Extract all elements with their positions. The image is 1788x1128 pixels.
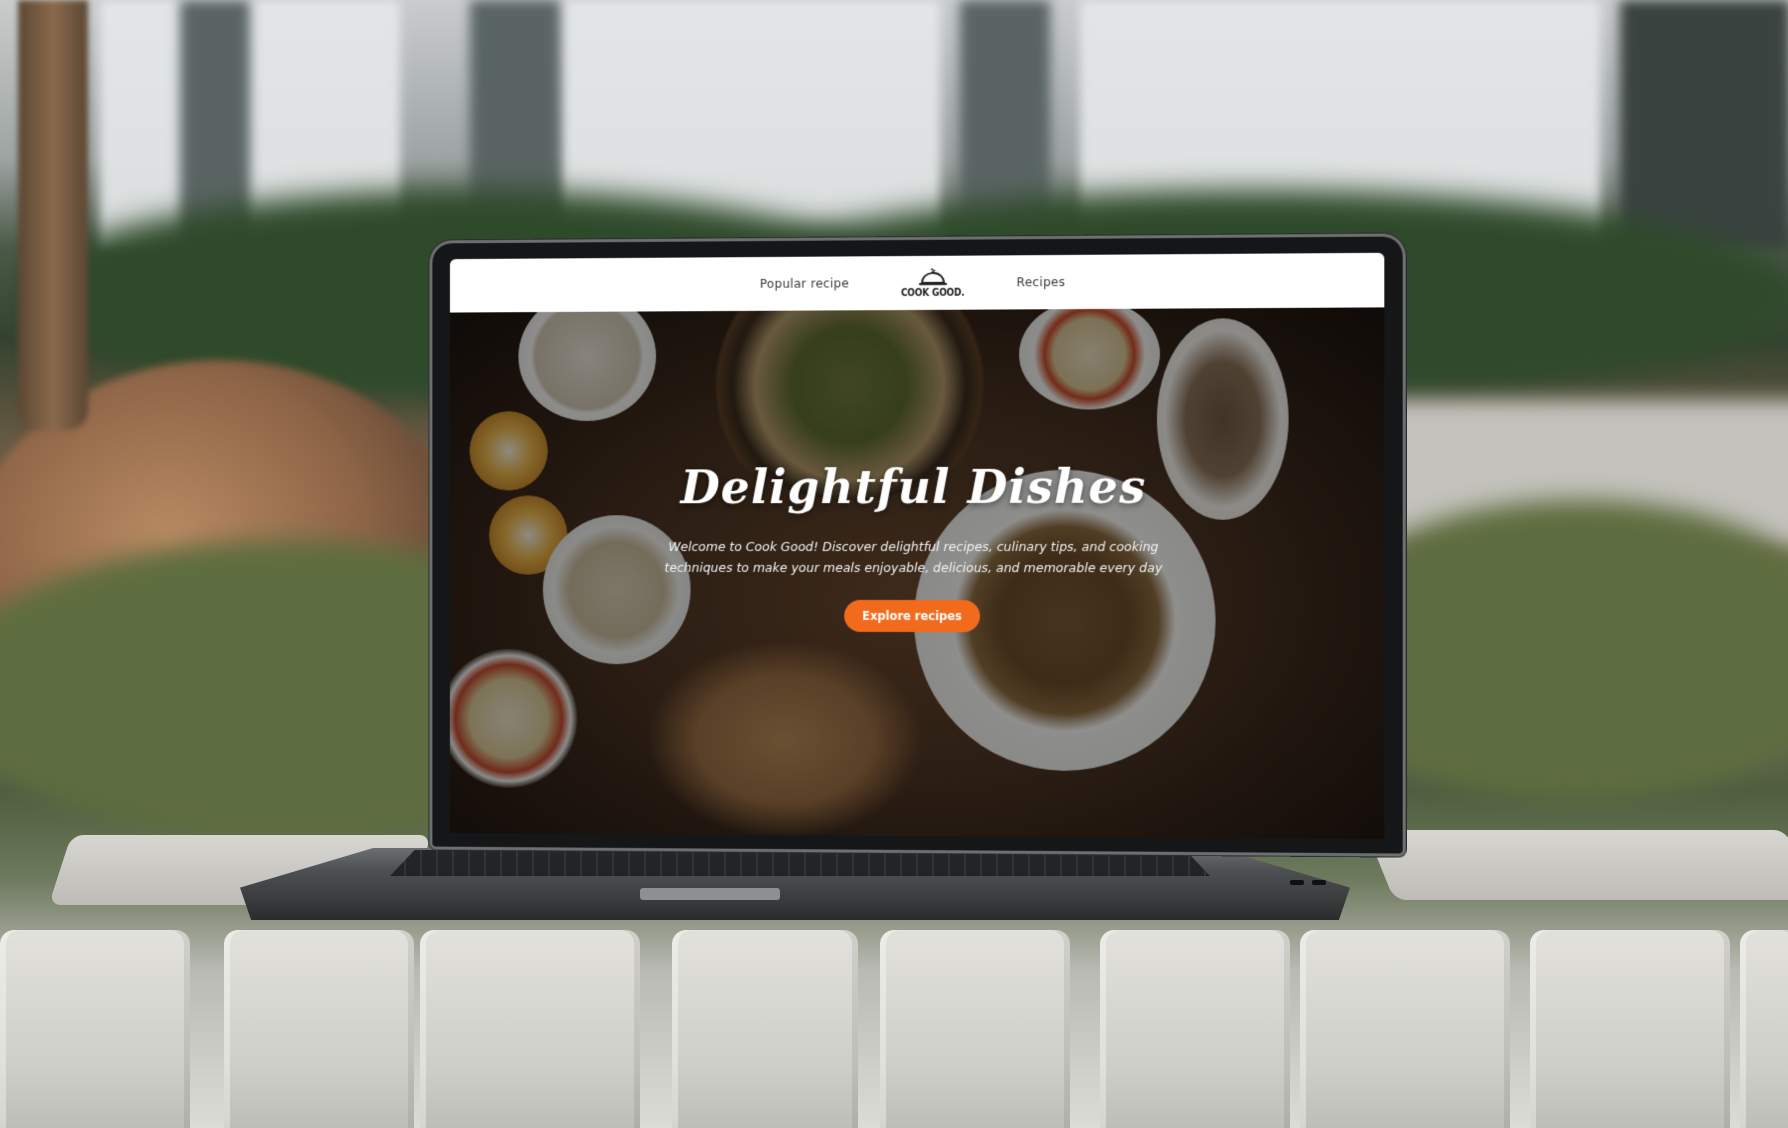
laptop-notch <box>640 888 780 900</box>
tree-trunk <box>18 0 88 430</box>
bench-slat <box>0 930 190 1128</box>
cloche-icon <box>918 267 946 285</box>
pillar-blur <box>1620 0 1788 250</box>
bench-slat <box>1100 930 1290 1128</box>
hero-title: Delightful Dishes <box>680 459 1147 515</box>
top-navbar: Popular recipe COOK GOOD. Recipes <box>449 252 1385 313</box>
usb-port <box>1290 880 1304 885</box>
site-logo[interactable]: COOK GOOD. <box>900 267 965 300</box>
bench-slat <box>880 930 1070 1128</box>
bench-slat <box>1365 830 1788 900</box>
usb-port <box>1312 880 1326 885</box>
laptop-screen: Popular recipe COOK GOOD. Recipes Deligh… <box>432 236 1403 854</box>
bench-slat <box>1740 930 1788 1128</box>
website-viewport: Popular recipe COOK GOOD. Recipes Deligh… <box>449 252 1385 840</box>
explore-recipes-button[interactable]: Explore recipes <box>844 599 980 633</box>
nav-link-popular-recipe[interactable]: Popular recipe <box>760 276 849 291</box>
hero-content: Delightful Dishes Welcome to Cook Good! … <box>450 459 1384 633</box>
hero-subtitle: Welcome to Cook Good! Discover delightfu… <box>664 538 1163 576</box>
bench-slat <box>1300 930 1510 1128</box>
nav-link-recipes[interactable]: Recipes <box>1017 275 1066 289</box>
hero-section: Delightful Dishes Welcome to Cook Good! … <box>449 307 1385 840</box>
bench-slat <box>1530 930 1730 1128</box>
laptop-keyboard <box>390 850 1210 876</box>
bench-slat <box>224 930 414 1128</box>
logo-text: COOK GOOD. <box>900 287 965 300</box>
bench-slat <box>672 930 858 1128</box>
bench-slat <box>420 930 640 1128</box>
